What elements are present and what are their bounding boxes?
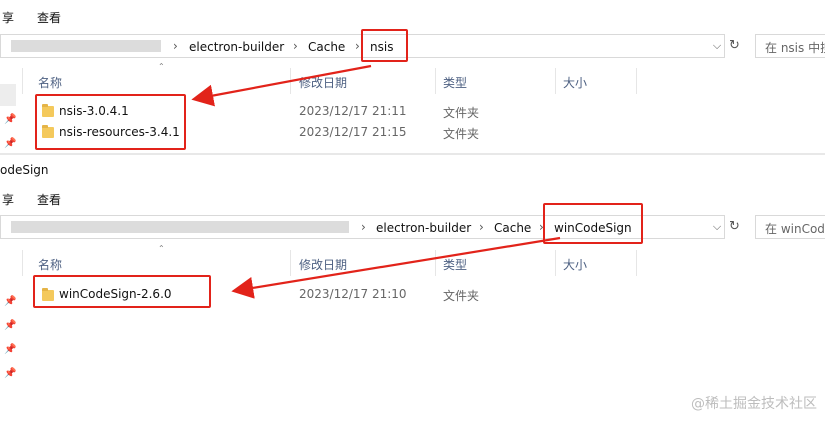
arrow-to-wincodesign-folder [231, 236, 561, 299]
watermark: @稀土掘金技术社区 [691, 396, 817, 412]
arrow-to-nsis-folders [191, 64, 372, 107]
annotation-arrows [191, 64, 561, 299]
